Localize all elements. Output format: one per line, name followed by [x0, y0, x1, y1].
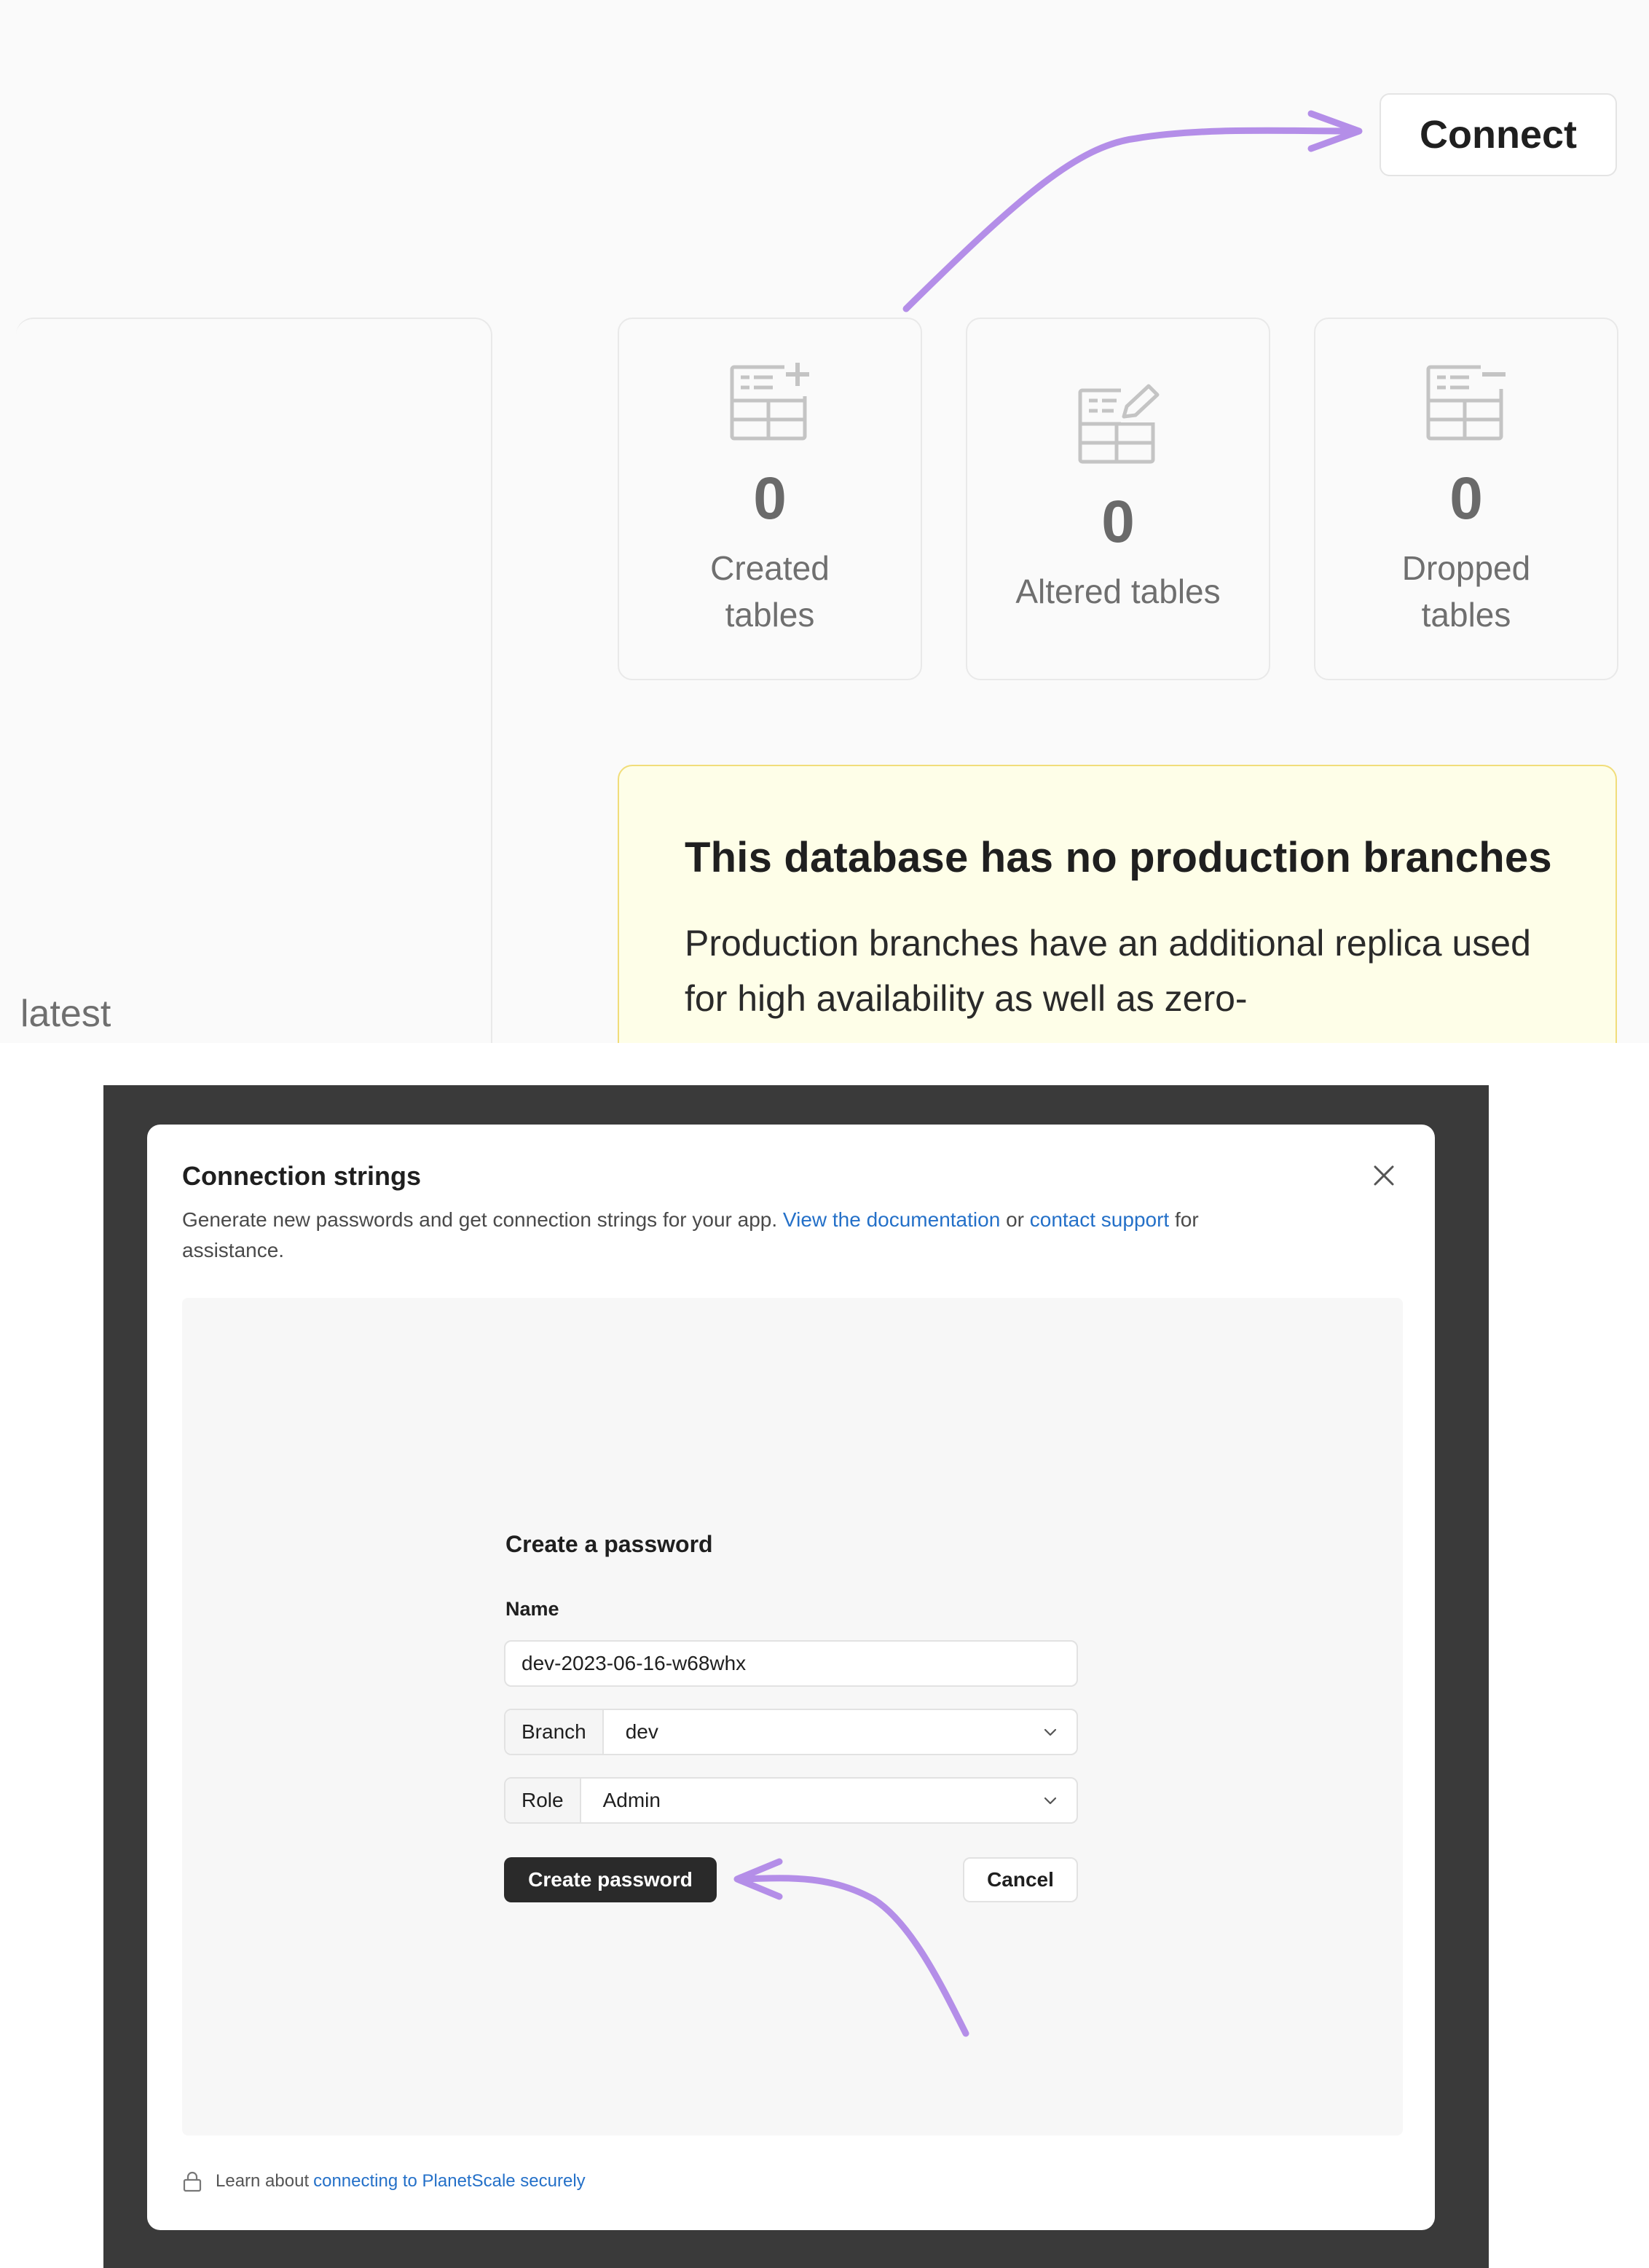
role-select[interactable]: Role Admin [504, 1777, 1078, 1824]
connection-strings-dialog: Connection strings Generate new password… [147, 1125, 1435, 2230]
chevron-down-icon [1044, 1728, 1057, 1736]
annotation-arrow-connect [902, 110, 1363, 312]
role-select-value[interactable]: Admin [581, 1779, 1042, 1822]
dialog-description: Generate new passwords and get connectio… [182, 1205, 1296, 1266]
dialog-footer: Learn about connecting to PlanetScale se… [182, 2170, 586, 2192]
description-or: or [1006, 1208, 1024, 1231]
connecting-securely-link[interactable]: connecting to PlanetScale securely [313, 2171, 586, 2192]
create-password-panel: Create a password Name dev-2023-06-16-w6… [182, 1298, 1403, 2135]
branch-select-label: Branch [505, 1710, 604, 1754]
branch-select[interactable]: Branch dev [504, 1709, 1078, 1755]
password-name-input[interactable]: dev-2023-06-16-w68whx [504, 1640, 1078, 1687]
description-text: Generate new passwords and get connectio… [182, 1208, 778, 1231]
dialog-title: Connection strings [182, 1161, 422, 1191]
name-label: Name [505, 1598, 559, 1620]
close-icon[interactable] [1371, 1162, 1397, 1189]
contact-support-link[interactable]: contact support [1030, 1208, 1169, 1231]
form-title: Create a password [505, 1531, 713, 1557]
cancel-button[interactable]: Cancel [963, 1857, 1078, 1902]
database-overview-panel: latest Connect 0 Created tables 0 Altere… [0, 0, 1649, 1043]
create-password-button[interactable]: Create password [504, 1857, 717, 1902]
chevron-down-icon [1044, 1797, 1057, 1805]
branch-select-value[interactable]: dev [604, 1710, 1042, 1754]
lock-icon [183, 2171, 202, 2192]
modal-backdrop: Connection strings Generate new password… [103, 1085, 1489, 2268]
role-select-label: Role [505, 1779, 581, 1822]
view-documentation-link[interactable]: View the documentation [783, 1208, 1000, 1231]
footer-text: Learn about [216, 2171, 310, 2191]
